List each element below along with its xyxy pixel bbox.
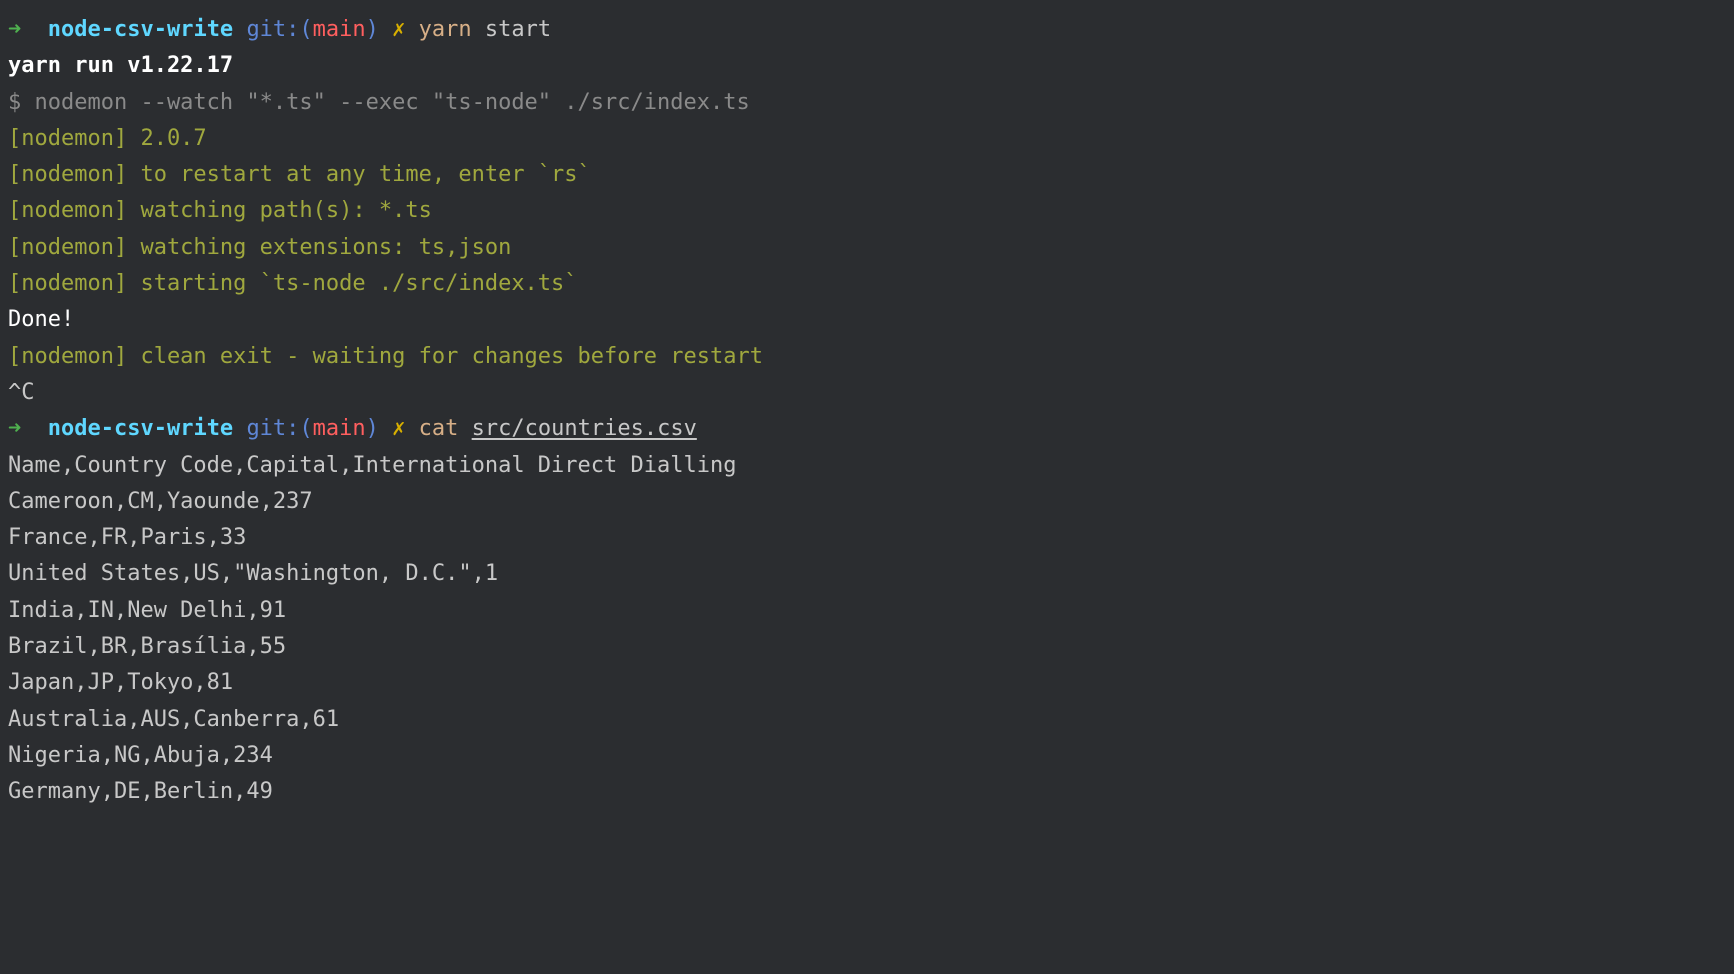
csv-row: Brazil,BR,Brasília,55 — [8, 629, 1726, 665]
nodemon-output: [nodemon] watching extensions: ts,json — [8, 230, 1726, 266]
git-label: git:( — [246, 416, 312, 441]
nodemon-output: [nodemon] to restart at any time, enter … — [8, 157, 1726, 193]
csv-row: United States,US,"Washington, D.C.",1 — [8, 556, 1726, 592]
git-branch: main — [313, 416, 366, 441]
done-output: Done! — [8, 302, 1726, 338]
csv-row: France,FR,Paris,33 — [8, 520, 1726, 556]
prompt-arrow-icon: ➜ — [8, 17, 21, 42]
csv-row: Nigeria,NG,Abuja,234 — [8, 738, 1726, 774]
git-label-close: ) — [366, 17, 379, 42]
csv-row: India,IN,New Delhi,91 — [8, 593, 1726, 629]
git-dirty-icon: ✗ — [392, 416, 405, 441]
command-arg: src/countries.csv — [472, 416, 697, 441]
git-label: git:( — [246, 17, 312, 42]
prompt-directory: node-csv-write — [48, 416, 233, 441]
prompt-arrow-icon: ➜ — [8, 416, 21, 441]
command-name: yarn — [419, 17, 472, 42]
git-label-close: ) — [366, 416, 379, 441]
csv-row: Cameroon,CM,Yaounde,237 — [8, 484, 1726, 520]
nodemon-output: [nodemon] watching path(s): *.ts — [8, 193, 1726, 229]
prompt-line-2: ➜ node-csv-write git:(main) ✗ cat src/co… — [8, 411, 1726, 447]
nodemon-output: [nodemon] starting `ts-node ./src/index.… — [8, 266, 1726, 302]
git-branch: main — [313, 17, 366, 42]
ctrl-c-line: ^C — [8, 375, 1726, 411]
command-arg: start — [485, 17, 551, 42]
yarn-run-line: yarn run v1.22.17 — [8, 48, 1726, 84]
csv-row: Australia,AUS,Canberra,61 — [8, 702, 1726, 738]
csv-row: Japan,JP,Tokyo,81 — [8, 665, 1726, 701]
csv-row: Germany,DE,Berlin,49 — [8, 774, 1726, 810]
prompt-line-1: ➜ node-csv-write git:(main) ✗ yarn start — [8, 12, 1726, 48]
yarn-script-line: $ nodemon --watch "*.ts" --exec "ts-node… — [8, 85, 1726, 121]
nodemon-output: [nodemon] 2.0.7 — [8, 121, 1726, 157]
command-name: cat — [419, 416, 459, 441]
nodemon-output: [nodemon] clean exit - waiting for chang… — [8, 339, 1726, 375]
prompt-directory: node-csv-write — [48, 17, 233, 42]
terminal-area[interactable]: ➜ node-csv-write git:(main) ✗ yarn start… — [8, 12, 1726, 811]
git-dirty-icon: ✗ — [392, 17, 405, 42]
csv-header-line: Name,Country Code,Capital,International … — [8, 448, 1726, 484]
